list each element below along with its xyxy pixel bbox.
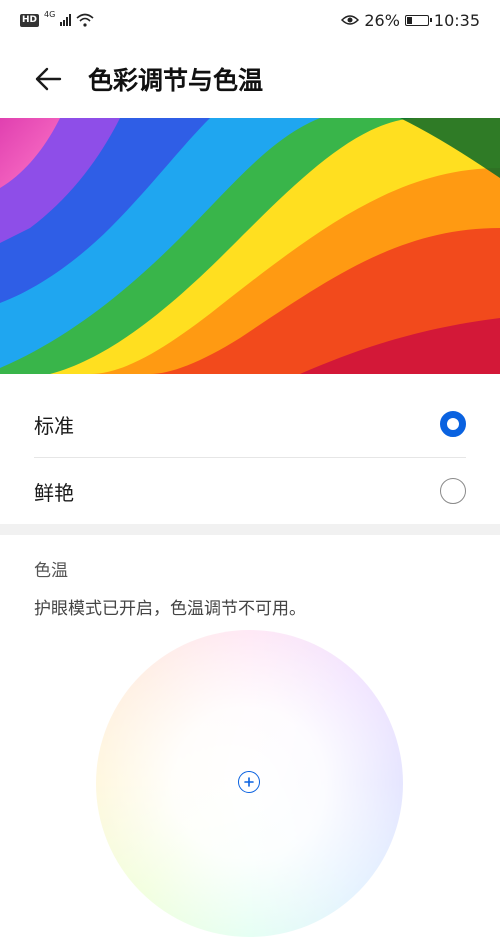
wifi-icon [76,13,94,27]
section-separator [0,524,500,535]
battery-percent: 26% [364,10,400,30]
radio-button[interactable] [440,478,466,504]
eye-comfort-icon [341,15,360,25]
color-mode-option-standard[interactable]: 标准 [34,391,466,457]
eye-comfort-notice: 护眼模式已开启，色温调节不可用。 [34,599,306,619]
color-preview-banner [0,118,500,374]
back-arrow-icon [35,67,62,91]
section-title: 色温 [34,561,68,581]
status-left: HD 4G [20,9,94,27]
plus-circle-icon [244,777,254,787]
battery-icon [404,14,432,26]
radio-button[interactable] [440,411,466,437]
battery-level-fill [406,16,412,24]
network-type-label: 4G [44,9,56,19]
color-mode-option-vivid[interactable]: 鲜艳 [34,458,466,524]
signal-icon [60,14,72,26]
option-label: 鲜艳 [34,480,74,505]
color-temperature-cursor[interactable] [238,771,260,793]
status-bar: HD 4G 26% 10:35 [0,0,500,40]
title-bar: 色彩调节与色温 [0,40,500,118]
page-title: 色彩调节与色温 [88,66,264,95]
option-label: 标准 [34,413,74,438]
hd-icon: HD [20,13,40,27]
status-right: 26% 10:35 [341,11,480,30]
back-button[interactable] [20,51,76,107]
rainbow-wave-image [0,118,500,374]
clock: 10:35 [433,10,480,30]
